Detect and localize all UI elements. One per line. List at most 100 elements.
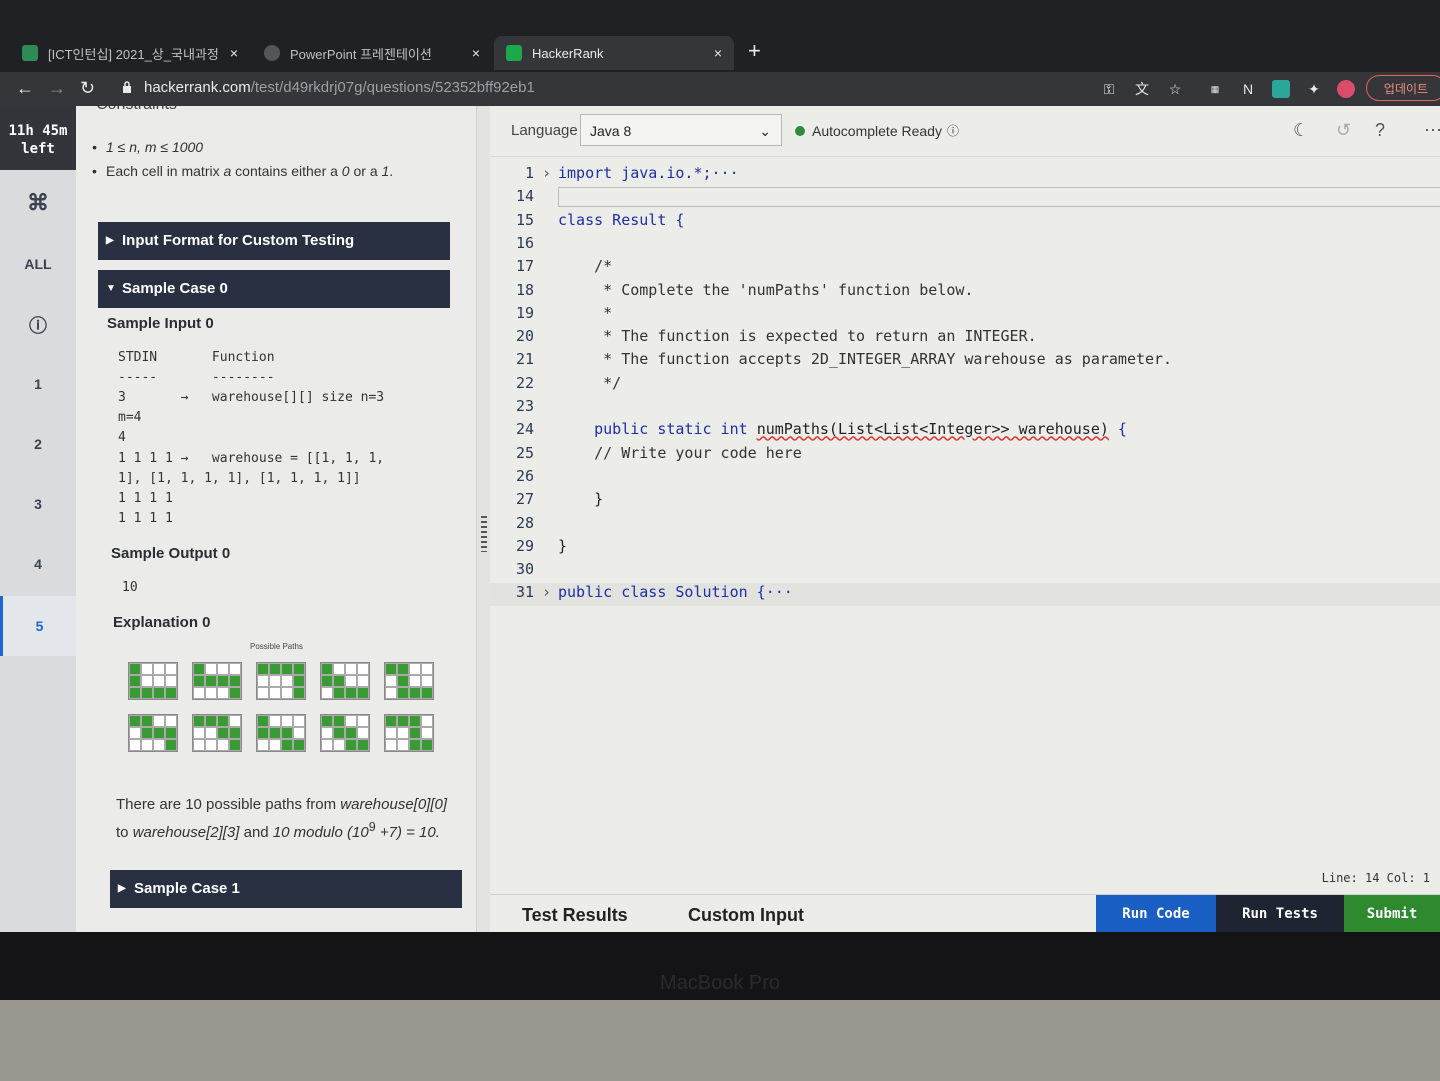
grid-cell [333, 687, 345, 699]
line-number: 29 [515, 536, 534, 555]
grid-cell [165, 739, 177, 751]
close-icon[interactable]: × [714, 45, 722, 61]
code-area[interactable]: 1 › import java.io.*;··· 14 15 class Result {… [490, 156, 1440, 876]
translate-icon[interactable]: 文 [1133, 80, 1151, 98]
code-line[interactable]: 27 } [490, 490, 1440, 513]
grid-cell [293, 739, 305, 751]
input-format-accordion[interactable]: ▶ Input Format for Custom Testing [98, 222, 450, 260]
rail-question-5[interactable]: 5 [0, 596, 76, 656]
tab-powerpoint[interactable]: PowerPoint 프레젠테이션 × [252, 36, 492, 70]
code-text: class Result { [558, 210, 685, 229]
constraint-1: 1 ≤ n, m ≤ 1000 [92, 139, 203, 155]
code-line[interactable]: 28 [490, 514, 1440, 537]
star-icon[interactable]: ☆ [1166, 80, 1184, 98]
profile-icon[interactable] [1337, 80, 1355, 98]
extension-teal-icon[interactable] [1272, 80, 1290, 98]
tab-custom-input[interactable]: Custom Input [688, 905, 804, 926]
info-icon[interactable]: ⓘ [0, 312, 76, 338]
dark-mode-icon[interactable]: ☾ [1293, 120, 1309, 141]
code-text: } [558, 490, 604, 509]
explanation-var: warehouse[2][3] [132, 824, 240, 841]
address-bar-row: ← → ↻ hackerrank.com/test/d49rkdrj07g/qu… [0, 72, 1440, 106]
grid-cell [217, 727, 229, 739]
code-line[interactable]: 15 class Result { [490, 211, 1440, 234]
rail-question-4[interactable]: 4 [0, 556, 76, 572]
grid-cell [385, 687, 397, 699]
grid-cell [257, 739, 269, 751]
grid-cell [357, 715, 369, 727]
language-select[interactable]: Java 8 ⌄ [580, 114, 782, 146]
puzzle-icon[interactable]: ✦ [1305, 80, 1323, 98]
line-number: 19 [515, 303, 534, 322]
history-icon[interactable]: ↺ [1336, 120, 1351, 141]
path-grid [192, 662, 242, 700]
grid-cell [397, 727, 409, 739]
grid-cell [269, 675, 281, 687]
code-line[interactable]: 21 * The function accepts 2D_INTEGER_ARR… [490, 350, 1440, 373]
fold-chevron-icon[interactable]: › [542, 164, 551, 182]
code-line[interactable]: 20 * The function is expected to return … [490, 327, 1440, 350]
code-line[interactable]: 30 [490, 560, 1440, 583]
problem-panel: Constraints 1 ≤ n, m ≤ 1000 Each cell in… [76, 106, 476, 932]
code-line[interactable]: 24 public static int numPaths(List<List<… [490, 420, 1440, 443]
grid-cell [257, 727, 269, 739]
new-tab-button[interactable]: + [748, 38, 761, 64]
sample-output-heading: Sample Output 0 [111, 545, 231, 562]
code-line[interactable]: 1 › import java.io.*;··· [490, 164, 1440, 187]
run-code-button[interactable]: Run Code [1096, 895, 1216, 932]
url-field[interactable]: hackerrank.com/test/d49rkdrj07g/question… [144, 79, 535, 96]
rail-all[interactable]: ALL [0, 256, 76, 272]
tab-ict-internship[interactable]: [ICT인턴십] 2021_상_국내과정 코딩 × [10, 36, 250, 70]
current-line-highlight [558, 187, 1440, 208]
close-icon[interactable]: × [472, 45, 480, 61]
code-line[interactable]: 14 [490, 187, 1440, 210]
grid-cell [397, 687, 409, 699]
fold-chevron-icon[interactable]: › [542, 583, 551, 601]
rail-question-2[interactable]: 2 [0, 436, 76, 452]
forward-icon[interactable]: → [48, 78, 66, 99]
grid-cell [409, 663, 421, 675]
rail-question-3[interactable]: 3 [0, 496, 76, 512]
code-line[interactable]: 23 [490, 397, 1440, 420]
path-grid [384, 662, 434, 700]
notion-icon[interactable]: N [1239, 80, 1257, 98]
more-icon[interactable]: ⋯ [1424, 120, 1440, 141]
stdin-line: 3 → warehouse[][] size n=3 [118, 390, 385, 405]
close-icon[interactable]: × [230, 45, 238, 61]
back-icon[interactable]: ← [16, 78, 34, 99]
reload-icon[interactable]: ↻ [80, 78, 95, 99]
code-line[interactable]: 31 › public class Solution {··· [490, 583, 1440, 607]
extension-icon[interactable]: ▦ [1206, 80, 1224, 98]
grid-cell [129, 739, 141, 751]
hackerrank-favicon-icon [506, 45, 522, 61]
explanation-part: and [239, 824, 273, 841]
sample-case-0-accordion[interactable]: ▼ Sample Case 0 [98, 270, 450, 308]
tab-test-results[interactable]: Test Results [522, 905, 628, 926]
submit-button[interactable]: Submit [1344, 895, 1440, 932]
stdin-line: 1], [1, 1, 1, 1], [1, 1, 1, 1]] [118, 471, 361, 486]
drag-handle-icon[interactable] [481, 516, 487, 552]
code-line[interactable]: 19 * [490, 304, 1440, 327]
code-line[interactable]: 22 */ [490, 374, 1440, 397]
code-line[interactable]: 29} [490, 537, 1440, 560]
update-button[interactable]: 업데이트 [1366, 75, 1440, 101]
grid-cell [257, 675, 269, 687]
code-line[interactable]: 25 // Write your code here [490, 444, 1440, 467]
code-line[interactable]: 26 [490, 467, 1440, 490]
code-line[interactable]: 16 [490, 234, 1440, 257]
sample-case-1-accordion[interactable]: ▶ Sample Case 1 [110, 870, 462, 908]
run-tests-button[interactable]: Run Tests [1216, 895, 1344, 932]
line-number: 21 [515, 350, 534, 369]
line-number: 31 [515, 583, 534, 602]
line-number: 18 [515, 280, 534, 299]
help-icon[interactable]: ? [1375, 120, 1385, 141]
rail-question-1[interactable]: 1 [0, 376, 76, 392]
grid-cell [421, 715, 433, 727]
tab-hackerrank[interactable]: HackerRank × [494, 36, 734, 70]
info-icon[interactable]: ⓘ [947, 122, 959, 139]
code-line[interactable]: 17 /* [490, 257, 1440, 280]
grid-cell [165, 675, 177, 687]
key-icon[interactable]: ⚿ [1100, 80, 1118, 98]
code-line[interactable]: 18 * Complete the 'numPaths' function be… [490, 281, 1440, 304]
command-icon[interactable]: ⌘ [0, 190, 76, 216]
